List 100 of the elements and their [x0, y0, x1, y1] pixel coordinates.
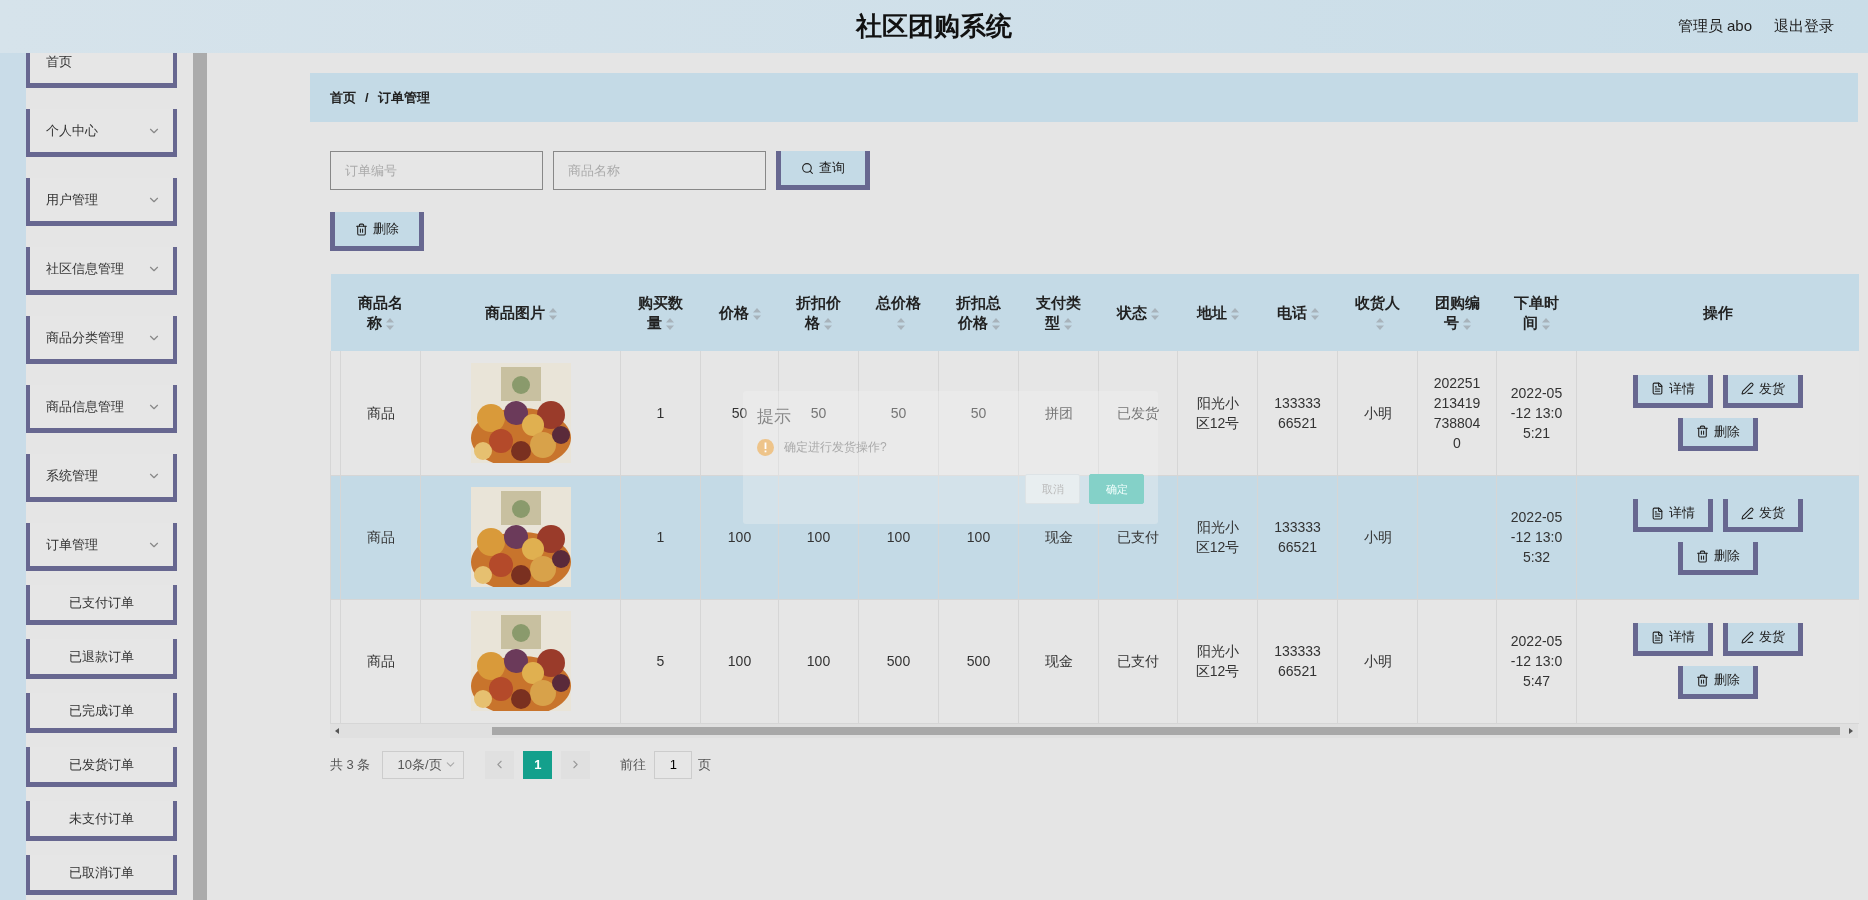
sidebar-item[interactable]: 系统管理	[26, 454, 177, 502]
user-label: 管理员 abo	[1677, 17, 1752, 36]
sidebar-item[interactable]: 用户管理	[26, 178, 177, 226]
table-cell: 小明	[1363, 653, 1392, 669]
sort-icon[interactable]	[752, 307, 761, 320]
details-button[interactable]: 详情	[1632, 623, 1713, 656]
sidebar-subitem[interactable]: 已发货订单	[26, 747, 177, 787]
delete-button[interactable]: 删除	[1677, 666, 1758, 699]
sort-icon[interactable]	[991, 317, 1000, 330]
trash-icon	[1695, 549, 1709, 563]
sidebar-item[interactable]: 商品信息管理	[26, 385, 177, 433]
table-cell: 500	[966, 653, 991, 669]
search-field[interactable]: 商品名称	[553, 151, 766, 190]
sort-icon[interactable]	[1462, 317, 1471, 330]
column-header[interactable]: 地址	[1177, 274, 1258, 351]
sort-icon[interactable]	[1151, 307, 1159, 320]
sort-icon[interactable]	[1375, 317, 1384, 330]
column-header[interactable]: 折扣总价格	[938, 274, 1019, 351]
document-icon	[1650, 382, 1664, 396]
goto-label: 前往	[620, 755, 647, 774]
table-cell: 小明	[1363, 529, 1392, 545]
sidebar-item[interactable]: 首页	[26, 53, 177, 88]
trash-icon	[355, 222, 368, 236]
table-cell: 100	[727, 529, 752, 545]
sort-icon[interactable]	[1064, 317, 1072, 330]
column-header[interactable]: 购买数量	[620, 274, 701, 351]
column-header[interactable]: 商品图片	[420, 274, 621, 351]
pen-icon	[1740, 630, 1754, 644]
sidebar-item[interactable]: 订单管理	[26, 523, 177, 571]
table-cell: 100	[806, 529, 831, 545]
sidebar-subitem[interactable]: 已完成订单	[26, 693, 177, 733]
search-icon	[801, 161, 814, 175]
sidebar-subitem[interactable]: 已取消订单	[26, 855, 177, 895]
scroll-left-icon[interactable]	[334, 727, 340, 734]
table-cell: 商品	[366, 529, 395, 545]
pen-icon	[1740, 382, 1754, 396]
breadcrumb-item[interactable]: 首页	[330, 88, 356, 107]
column-header[interactable]: 下单时间	[1496, 274, 1577, 351]
table-cell: 现金	[1044, 529, 1073, 545]
sidebar-item[interactable]: 社区信息管理	[26, 247, 177, 295]
table-cell: 50	[970, 404, 987, 421]
logout-link[interactable]: 退出登录	[1774, 17, 1834, 36]
column-header[interactable]: 折扣价格	[778, 274, 859, 351]
search-button[interactable]: 查询	[776, 151, 870, 190]
table-cell: 13333366521	[1274, 394, 1321, 431]
table-cell: 阳光小区12号	[1195, 643, 1240, 679]
delete-button[interactable]: 删除	[1677, 542, 1758, 575]
scroll-right-icon[interactable]	[1848, 727, 1854, 734]
column-header[interactable]: 收货人	[1337, 274, 1418, 351]
delete-button[interactable]: 删除	[1677, 417, 1758, 451]
sort-icon[interactable]	[548, 307, 557, 320]
table-cell: 100	[806, 653, 831, 669]
column-header[interactable]: 商品名称	[340, 274, 421, 351]
table-cell: 阳光小区12号	[1195, 394, 1240, 431]
dialog-title: 提示	[757, 406, 791, 428]
table-cell: 100	[727, 653, 752, 669]
sort-icon[interactable]	[896, 317, 905, 330]
table-cell: 500	[886, 653, 911, 669]
sort-icon[interactable]	[1542, 317, 1550, 330]
next-page-button[interactable]	[561, 750, 591, 779]
sort-icon[interactable]	[1230, 307, 1239, 320]
table-cell: 13333366521	[1274, 519, 1321, 555]
column-header[interactable]: 总价格	[858, 274, 939, 351]
breadcrumb-separator: /	[365, 90, 369, 105]
table-cell: 商品	[366, 404, 395, 421]
sort-icon[interactable]	[666, 317, 674, 330]
sidebar-item[interactable]: 商品分类管理	[26, 316, 177, 364]
search-field[interactable]: 订单编号	[330, 151, 543, 190]
column-header[interactable]: 状态	[1098, 274, 1178, 351]
table-cell: 已支付	[1117, 529, 1159, 545]
sidebar-subitem[interactable]: 已支付订单	[26, 585, 177, 625]
sidebar-subitem[interactable]: 已退款订单	[26, 639, 177, 679]
table-cell: 50	[731, 404, 748, 421]
ship-button[interactable]: 发货	[1722, 623, 1803, 656]
column-header[interactable]: 团购编号	[1417, 274, 1497, 351]
total-count: 共 3 条	[330, 755, 371, 774]
page-size-select[interactable]: 10条/页	[382, 750, 465, 779]
table-cell: 2022-05-12 13:05:47	[1510, 633, 1563, 689]
sort-icon[interactable]	[824, 317, 832, 330]
sort-icon[interactable]	[1310, 307, 1319, 320]
table-cell: 商品	[366, 653, 395, 669]
table-cell: 2022512134197388040	[1433, 374, 1481, 451]
details-button[interactable]: 详情	[1632, 499, 1713, 532]
table-cell: 已发货	[1117, 404, 1159, 421]
delete-button[interactable]: 删除	[330, 212, 424, 251]
ship-button[interactable]: 发货	[1722, 499, 1803, 532]
prev-page-button[interactable]	[485, 750, 515, 779]
app-title: 社区团购系统	[856, 10, 1012, 43]
sort-icon[interactable]	[386, 317, 394, 330]
goto-page-field[interactable]: 1	[654, 750, 693, 779]
sidebar-item[interactable]: 个人中心	[26, 109, 177, 157]
document-icon	[1650, 506, 1664, 520]
details-button[interactable]: 详情	[1632, 374, 1713, 408]
column-header[interactable]: 电话	[1257, 274, 1338, 351]
column-header[interactable]: 价格	[700, 274, 779, 351]
ship-button[interactable]: 发货	[1722, 374, 1803, 408]
sidebar-subitem[interactable]: 未支付订单	[26, 801, 177, 841]
table-cell: 50	[890, 404, 907, 421]
breadcrumb-item: 订单管理	[377, 88, 430, 107]
column-header[interactable]: 支付类型	[1018, 274, 1099, 351]
